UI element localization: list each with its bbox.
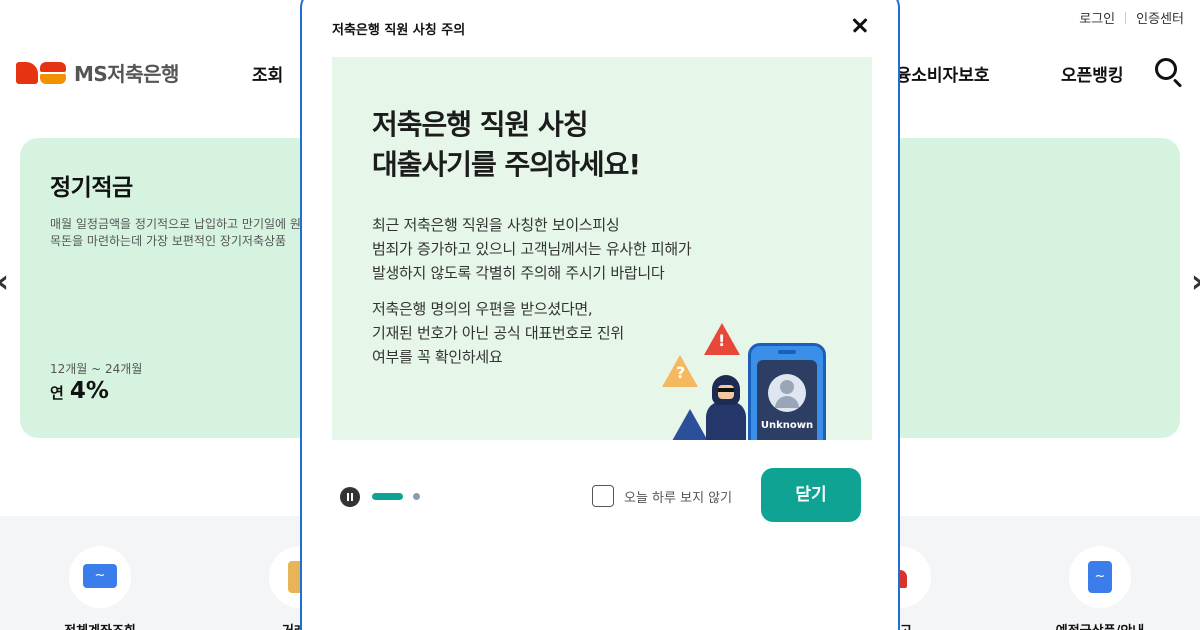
no-show-today-checkbox[interactable] <box>592 485 614 507</box>
divider <box>1125 11 1127 24</box>
close-button[interactable]: 닫기 <box>761 468 861 522</box>
banner-title: 정기적금 <box>50 175 133 201</box>
nav-item-inquiry[interactable]: 조회 <box>252 61 283 86</box>
nav-item-open-banking[interactable]: 오픈뱅킹 <box>1061 61 1124 86</box>
notice-slide: 저축은행 직원 사칭 대출사기를 주의하세요! 최근 저축은행 직원을 사칭한 … <box>332 57 872 440</box>
question-warning-icon: ? <box>662 355 698 387</box>
no-show-today-label[interactable]: 오늘 하루 보지 않기 <box>624 487 732 506</box>
account-icon: ~ <box>83 564 117 588</box>
chevron-right-icon[interactable]: › <box>1191 262 1200 300</box>
phone-illustration: Unknown <box>748 343 826 440</box>
slide-heading: 저축은행 직원 사칭 대출사기를 주의하세요! <box>372 108 641 181</box>
search-icon[interactable] <box>1154 56 1184 88</box>
quick-item-all-accounts[interactable]: ~ 전체계좌조회 <box>40 546 160 630</box>
slide-body: 최근 저축은행 직원을 사칭한 보이스피싱 범죄가 증가하고 있으니 고객님께서… <box>372 216 692 282</box>
slide-indicator-active[interactable] <box>372 493 403 500</box>
modal-title: 저축은행 직원 사칭 주의 <box>332 23 466 38</box>
hacker-illustration <box>706 375 746 440</box>
logo[interactable]: MS저축은행 <box>16 58 179 87</box>
slide-body-secondary: 저축은행 명의의 우편을 받으셨다면, 기재된 번호가 아닌 공식 대표번호로 … <box>372 300 624 366</box>
logo-text: MS저축은행 <box>74 62 179 86</box>
phone-caller-label: Unknown <box>760 420 814 431</box>
slide-indicator[interactable] <box>413 493 420 500</box>
pause-icon[interactable] <box>340 487 360 507</box>
banner-card[interactable]: 정기적금 매월 일정금액을 정기적으로 납입하고 만기일에 원 목돈을 마련하는… <box>20 138 320 438</box>
quick-item-products[interactable]: ~ 예적금상품/안내 <box>1040 546 1160 630</box>
warning-icon: ! <box>704 323 740 355</box>
unknown-caller-icon <box>768 374 806 412</box>
banner-rate: 연 4% <box>50 378 109 404</box>
cert-center-link[interactable]: 인증센터 <box>1136 8 1184 27</box>
utility-links: 로그인 인증센터 <box>1079 8 1184 27</box>
login-link[interactable]: 로그인 <box>1079 8 1115 27</box>
banner-description: 매월 일정금액을 정기적으로 납입하고 만기일에 원 목돈을 마련하는데 가장 … <box>50 217 300 248</box>
logo-mark <box>16 60 68 86</box>
banner-period: 12개월 ~ 24개월 <box>50 362 143 376</box>
banner-card-next[interactable] <box>880 138 1180 438</box>
rate-label: 연 <box>50 384 64 402</box>
rate-value: 4% <box>69 378 109 404</box>
notice-modal: 저축은행 직원 사칭 주의 저축은행 직원 사칭 대출사기를 주의하세요! 최근… <box>300 0 900 630</box>
product-guide-icon: ~ <box>1088 561 1112 593</box>
close-icon[interactable] <box>850 16 870 36</box>
danger-icon <box>672 409 708 440</box>
chevron-left-icon[interactable]: ‹ <box>0 262 9 300</box>
